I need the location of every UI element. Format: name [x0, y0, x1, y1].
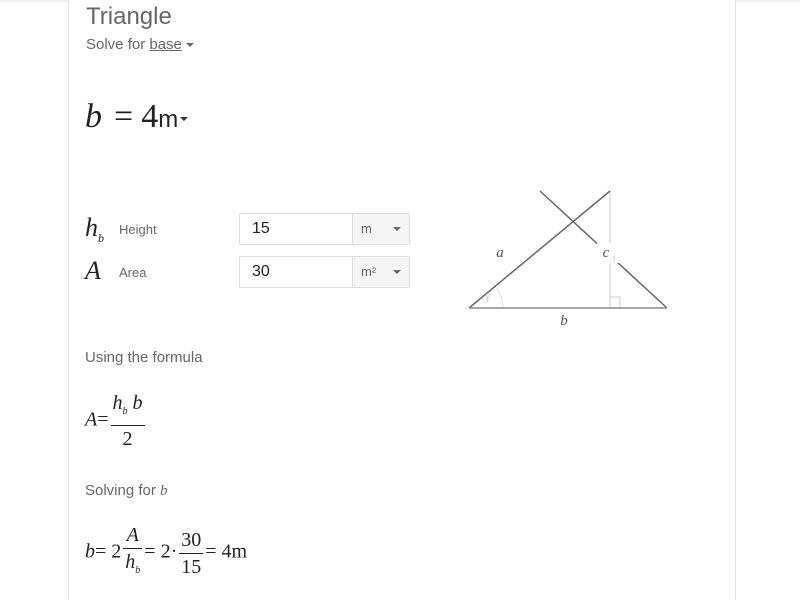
- page-title: Triangle: [86, 3, 172, 30]
- area-symbol: A: [85, 256, 101, 285]
- area-input[interactable]: 30: [239, 256, 364, 288]
- height-input[interactable]: 15: [239, 213, 364, 245]
- result-value: 4: [141, 98, 159, 135]
- height-symbol: hb: [85, 213, 104, 246]
- result-equals: =: [114, 98, 134, 135]
- right-angle-mark: [610, 296, 621, 308]
- solving-heading: Solving for b: [85, 482, 168, 499]
- caret-down-icon: [393, 227, 401, 231]
- label-a: a: [496, 245, 504, 261]
- area-label: Area: [119, 265, 147, 280]
- area-unit-select[interactable]: m²: [352, 256, 410, 288]
- solve-for-selector: Solve for base: [86, 36, 194, 53]
- area-formula: A= hb b2: [85, 392, 145, 450]
- label-b: b: [560, 313, 568, 329]
- calculator-card: Triangle Solve for base b = 4m hb Height 1…: [68, 0, 736, 600]
- caret-down-icon[interactable]: [185, 43, 194, 48]
- triangle-diagram: a hb c γ b: [468, 190, 668, 329]
- result-unit-dropdown[interactable]: m: [158, 106, 178, 133]
- height-label: Height: [119, 222, 157, 237]
- formula-heading: Using the formula: [85, 349, 203, 366]
- label-gamma: γ: [485, 288, 491, 303]
- solving-result: 4m: [221, 540, 248, 563]
- label-c: c: [603, 245, 610, 261]
- result-display: b = 4m: [85, 98, 189, 136]
- solve-for-label: Solve for: [86, 36, 146, 53]
- result-variable: b: [85, 98, 102, 135]
- solve-for-dropdown[interactable]: base: [149, 36, 182, 53]
- caret-down-icon: [393, 270, 401, 274]
- caret-down-icon[interactable]: [180, 117, 189, 122]
- formula-fraction: hb b2: [110, 392, 145, 450]
- height-unit-select[interactable]: m: [352, 213, 410, 245]
- solving-formula: b= 2 Ahb = 2· 30 15 = 4m: [85, 524, 248, 578]
